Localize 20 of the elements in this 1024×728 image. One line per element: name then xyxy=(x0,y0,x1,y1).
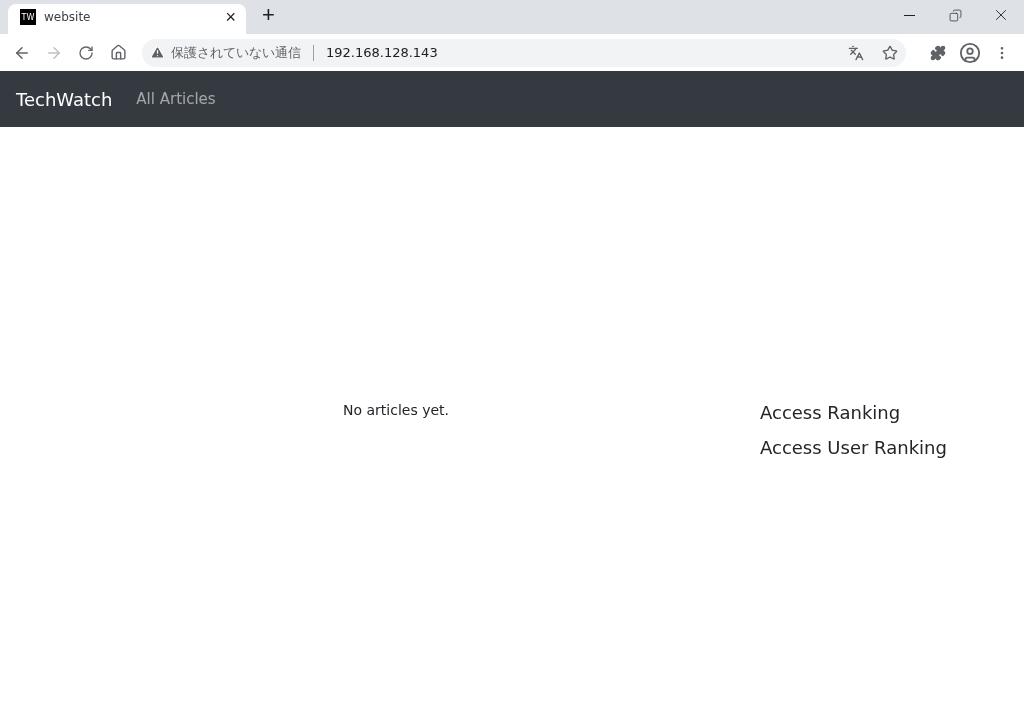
favicon: TW xyxy=(20,9,36,25)
address-bar[interactable]: 保護されていない通信 192.168.128.143 xyxy=(142,38,906,67)
empty-message: No articles yet. xyxy=(343,402,449,420)
sidebar-heading: Access Ranking xyxy=(760,402,902,423)
tab-title: website xyxy=(44,10,92,24)
bookmark-star-icon[interactable] xyxy=(882,44,898,61)
sidebar-heading: Access User Ranking xyxy=(760,437,947,458)
nav-link[interactable]: All Articles xyxy=(136,90,216,108)
home-icon xyxy=(109,44,127,61)
url-text: 192.168.128.143 xyxy=(326,45,439,60)
security-label: 保護されていない通信 xyxy=(171,43,301,62)
brand-link[interactable]: TechWatch xyxy=(16,88,113,110)
translate-icon[interactable] xyxy=(848,44,864,61)
restore-icon xyxy=(948,8,962,22)
tab-close-button[interactable]: × xyxy=(225,8,236,26)
minimize-icon xyxy=(903,14,915,16)
warning-icon xyxy=(150,45,165,60)
reload-icon xyxy=(78,44,94,61)
browser-tab[interactable]: TW website × xyxy=(8,4,246,34)
new-tab-button[interactable]: + xyxy=(262,4,275,26)
